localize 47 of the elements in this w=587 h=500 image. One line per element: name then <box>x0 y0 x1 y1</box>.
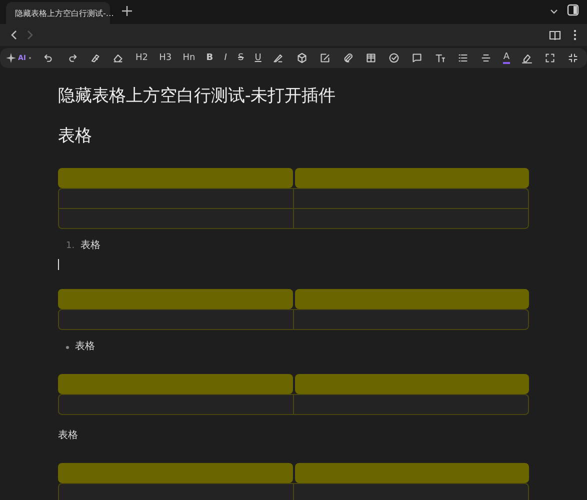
header-cell[interactable] <box>58 463 292 483</box>
sidebar-icon[interactable] <box>567 4 579 16</box>
format-button[interactable]: U <box>254 52 262 64</box>
align-icon[interactable] <box>480 52 492 64</box>
pen-icon[interactable] <box>272 52 284 64</box>
eraser-icon[interactable] <box>112 52 124 64</box>
textformat-icon[interactable] <box>434 52 446 64</box>
brush-icon[interactable] <box>89 52 102 64</box>
header-cell[interactable] <box>58 168 292 188</box>
collapse-icon[interactable] <box>566 52 579 64</box>
edit-icon[interactable] <box>318 52 331 64</box>
cube-icon[interactable] <box>296 52 308 64</box>
header-cell[interactable] <box>58 289 292 309</box>
grid-icon[interactable] <box>364 52 377 64</box>
header-cell[interactable] <box>58 374 292 394</box>
format-button[interactable]: I <box>224 52 227 64</box>
format-button[interactable]: S <box>238 52 244 64</box>
comment-icon[interactable] <box>411 52 424 64</box>
header-cell[interactable] <box>294 463 529 483</box>
expand-icon[interactable] <box>544 52 556 64</box>
clip-icon[interactable] <box>342 52 354 64</box>
highlight-icon[interactable] <box>520 52 533 64</box>
plus-icon[interactable] <box>122 6 132 16</box>
check-icon[interactable] <box>388 52 400 64</box>
document-title: 隐藏表格上方空白行测试-未打开插件 <box>58 85 337 108</box>
header-cell[interactable] <box>294 168 529 188</box>
list-item-text: 表格 <box>75 340 95 354</box>
redo-icon[interactable] <box>66 52 78 64</box>
bullet-icon <box>66 346 69 348</box>
header-cell[interactable] <box>294 374 529 394</box>
heading: 表格 <box>58 125 93 148</box>
list-item-text: 表格 <box>80 239 101 253</box>
text-cursor <box>58 259 59 270</box>
list-icon[interactable] <box>457 52 470 64</box>
font-color-button[interactable]: A <box>503 52 510 64</box>
back-icon[interactable] <box>10 30 18 40</box>
format-button[interactable]: Hn <box>182 52 196 64</box>
book-icon[interactable] <box>549 30 561 40</box>
sparkle-icon <box>6 53 16 63</box>
chevron-down-icon[interactable] <box>549 8 559 16</box>
paragraph: 表格 <box>58 429 79 443</box>
header-cell[interactable] <box>294 289 529 309</box>
format-button[interactable]: H3 <box>159 52 172 64</box>
list-number: 1. <box>66 240 75 253</box>
format-button[interactable]: B <box>206 52 214 64</box>
more-icon[interactable] <box>573 29 577 41</box>
format-button[interactable]: H2 <box>136 52 148 64</box>
